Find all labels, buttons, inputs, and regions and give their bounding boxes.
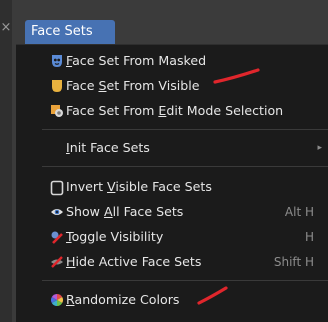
face-sets-menu: Face Set From Masked Face Set From Visib… xyxy=(16,44,328,322)
menu-item-label: Hide Active Face Sets xyxy=(66,254,202,269)
menu-item-label: Init Face Sets xyxy=(66,140,150,155)
menu-item-label: Face Set From Masked xyxy=(66,53,207,68)
menu-item-show-all-face-sets[interactable]: Show All Face Sets Alt H xyxy=(16,200,328,224)
menu-item-face-set-from-visible[interactable]: Face Set From Visible xyxy=(16,74,328,98)
shortcut-label: H xyxy=(304,230,314,244)
menu-item-init-face-sets[interactable]: Init Face Sets ▸ xyxy=(16,136,328,160)
eye-icon xyxy=(50,205,64,219)
left-strip: × xyxy=(0,0,12,322)
menu-item-label: Invert Visible Face Sets xyxy=(66,179,212,194)
menu-separator xyxy=(42,129,328,130)
edit-mode-face-set-icon xyxy=(50,104,64,118)
invert-visible-icon xyxy=(50,180,64,196)
menu-item-face-set-from-masked[interactable]: Face Set From Masked xyxy=(16,49,328,73)
close-icon[interactable]: × xyxy=(0,20,12,35)
hide-active-icon xyxy=(50,255,64,269)
submenu-arrow-icon: ▸ xyxy=(317,143,322,153)
mask-face-set-icon xyxy=(50,54,64,68)
menu-item-invert-visible-face-sets[interactable]: Invert Visible Face Sets xyxy=(16,175,328,199)
menu-item-randomize-colors[interactable]: Randomize Colors xyxy=(16,288,328,312)
menu-item-label: Show All Face Sets xyxy=(66,204,184,219)
menu-item-hide-active-face-sets[interactable]: Hide Active Face Sets Shift H xyxy=(16,250,328,274)
menu-title[interactable]: Face Sets xyxy=(25,20,115,44)
menu-separator xyxy=(42,166,328,167)
annotation-stroke xyxy=(197,286,228,305)
menu-separator xyxy=(42,280,328,281)
shortcut-label: Alt H xyxy=(284,205,314,219)
menu-item-face-set-from-edit-mode-selection[interactable]: Face Set From Edit Mode Selection xyxy=(16,99,328,123)
annotation-stroke xyxy=(213,68,260,84)
menu-item-label: Face Set From Edit Mode Selection xyxy=(66,103,284,118)
toggle-visibility-icon xyxy=(50,230,64,244)
menu-item-label: Toggle Visibility xyxy=(66,229,164,244)
color-wheel-icon xyxy=(50,293,64,307)
visible-face-set-icon xyxy=(50,79,64,93)
menu-item-label: Randomize Colors xyxy=(66,292,180,307)
menu-item-toggle-visibility[interactable]: Toggle Visibility H xyxy=(16,225,328,249)
shortcut-label: Shift H xyxy=(273,255,314,269)
menu-item-label: Face Set From Visible xyxy=(66,78,200,93)
